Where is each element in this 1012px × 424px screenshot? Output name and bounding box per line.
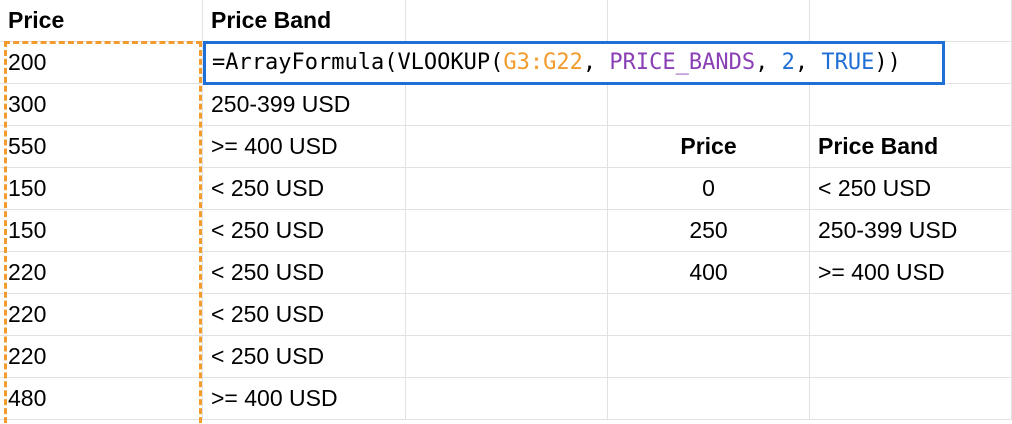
- price-cell[interactable]: 550: [0, 126, 203, 168]
- spreadsheet: Price Price Band 200 300 250-399 USD 550…: [0, 0, 1012, 424]
- price-cell[interactable]: 480: [0, 378, 203, 420]
- empty-cell[interactable]: [810, 336, 1012, 378]
- price-cell[interactable]: 220: [0, 294, 203, 336]
- formula-close-parens: )): [874, 50, 901, 75]
- price-band-cell[interactable]: >= 400 USD: [203, 378, 406, 420]
- price-band-cell[interactable]: < 250 USD: [203, 210, 406, 252]
- empty-cell[interactable]: [406, 84, 608, 126]
- empty-cell[interactable]: [406, 378, 608, 420]
- price-cell[interactable]: 150: [0, 168, 203, 210]
- empty-cell[interactable]: [608, 294, 810, 336]
- lookup-band-cell[interactable]: 250-399 USD: [810, 210, 1012, 252]
- price-band-cell[interactable]: < 250 USD: [203, 252, 406, 294]
- lookup-header-band-cell[interactable]: Price Band: [810, 126, 1012, 168]
- formula-is-sorted: TRUE: [821, 50, 875, 75]
- price-cell[interactable]: 220: [0, 252, 203, 294]
- header-price-band-cell[interactable]: Price Band: [203, 0, 406, 42]
- empty-cell[interactable]: [406, 126, 608, 168]
- empty-cell[interactable]: [810, 378, 1012, 420]
- empty-cell[interactable]: [406, 210, 608, 252]
- empty-cell[interactable]: [608, 0, 810, 42]
- empty-cell[interactable]: [406, 336, 608, 378]
- formula-range-ref: G3:G22: [503, 50, 583, 75]
- formula-column-index: 2: [781, 50, 795, 75]
- lookup-band-cell[interactable]: >= 400 USD: [810, 252, 1012, 294]
- formula-function-vlookup: VLOOKUP(: [397, 50, 504, 75]
- empty-cell[interactable]: [810, 84, 1012, 126]
- lookup-price-cell[interactable]: 0: [608, 168, 810, 210]
- price-band-cell[interactable]: 250-399 USD: [203, 84, 406, 126]
- lookup-header-price-cell[interactable]: Price: [608, 126, 810, 168]
- formula-named-range: PRICE_BANDS: [609, 50, 756, 75]
- header-price-cell[interactable]: Price: [0, 0, 203, 42]
- price-band-cell[interactable]: >= 400 USD: [203, 126, 406, 168]
- formula-equals: =: [212, 50, 226, 75]
- empty-cell[interactable]: [406, 252, 608, 294]
- price-band-cell[interactable]: < 250 USD: [203, 336, 406, 378]
- formula-function-arrayformula: ArrayFormula(: [225, 50, 398, 75]
- formula-separator: ,: [755, 50, 782, 75]
- empty-cell[interactable]: [608, 336, 810, 378]
- empty-cell[interactable]: [406, 168, 608, 210]
- price-cell[interactable]: 220: [0, 336, 203, 378]
- empty-cell[interactable]: [810, 294, 1012, 336]
- lookup-band-cell[interactable]: < 250 USD: [810, 168, 1012, 210]
- price-cell[interactable]: 200: [0, 42, 203, 84]
- empty-cell[interactable]: [406, 0, 608, 42]
- empty-cell[interactable]: [406, 294, 608, 336]
- formula-edit-cell[interactable]: =ArrayFormula(VLOOKUP(G3:G22, PRICE_BAND…: [203, 41, 945, 85]
- lookup-price-cell[interactable]: 250: [608, 210, 810, 252]
- lookup-price-cell[interactable]: 400: [608, 252, 810, 294]
- empty-cell[interactable]: [608, 84, 810, 126]
- price-cell[interactable]: 150: [0, 210, 203, 252]
- formula-separator: ,: [582, 50, 610, 75]
- formula-separator: ,: [794, 50, 822, 75]
- empty-cell[interactable]: [810, 0, 1012, 42]
- empty-cell[interactable]: [608, 378, 810, 420]
- price-cell[interactable]: 300: [0, 84, 203, 126]
- price-band-cell[interactable]: < 250 USD: [203, 294, 406, 336]
- price-band-cell[interactable]: < 250 USD: [203, 168, 406, 210]
